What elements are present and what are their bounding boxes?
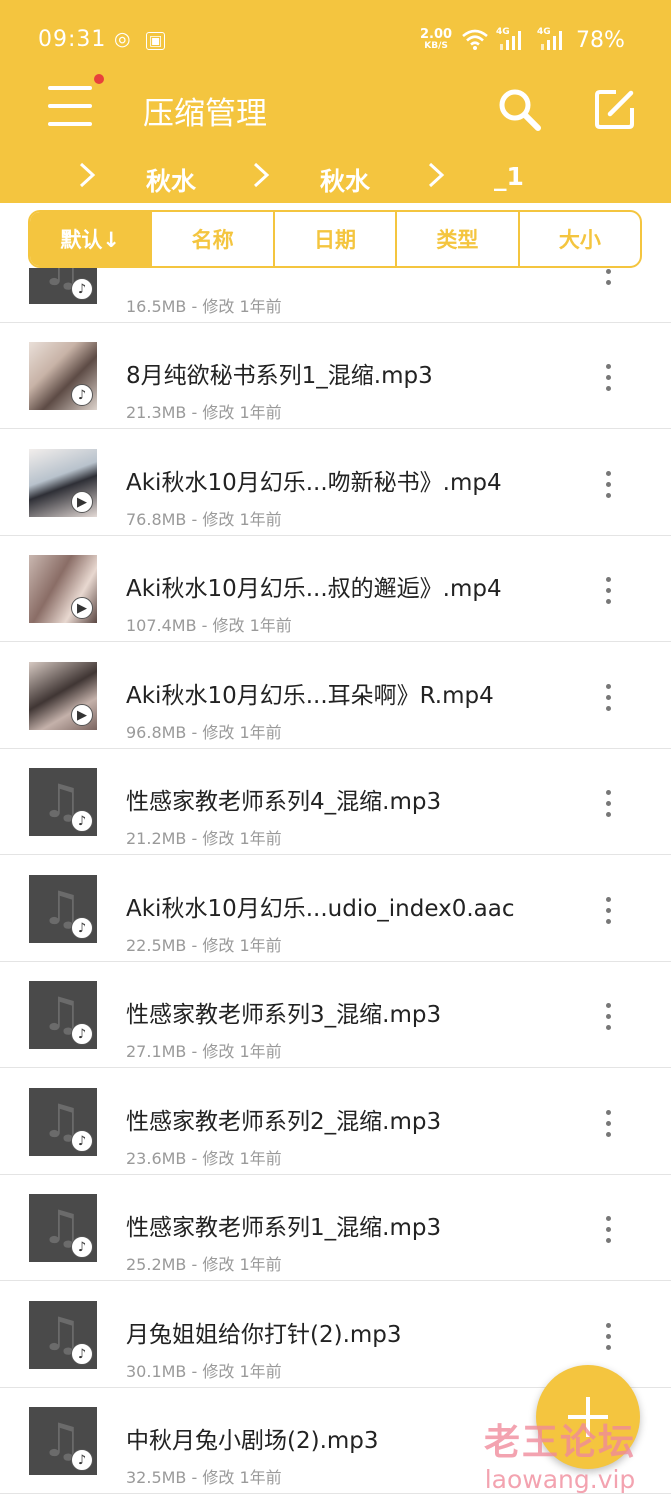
- sort-tab-date[interactable]: 日期: [272, 212, 395, 266]
- more-options-icon[interactable]: [600, 471, 616, 501]
- chevron-right-icon: [253, 162, 270, 188]
- music-badge-icon: ♪: [71, 1343, 93, 1365]
- edit-icon[interactable]: [594, 88, 636, 130]
- file-name: 中秋月兔小剧场(2).mp3: [126, 1428, 379, 1454]
- app-header: 09:31 ◎ ▣ 2.00 KB/S 4G 4G 78% 压缩管理 秋水 秋水…: [0, 0, 671, 203]
- more-options-icon[interactable]: [600, 364, 616, 394]
- file-name: 性感家教老师系列4_混缩.mp3: [126, 789, 442, 815]
- chevron-right-icon: [79, 162, 96, 188]
- wifi-icon: [462, 29, 488, 50]
- music-badge-icon: ♪: [71, 810, 93, 832]
- audio-file-icon: ♫ ♪: [29, 1301, 97, 1369]
- network-speed: 2.00 KB/S: [420, 27, 453, 51]
- list-item[interactable]: ♫ ♪ 性感家教老师系列4_混缩.mp3 21.2MB - 修改 1年前: [0, 748, 671, 855]
- watermark: 老王论坛 laowang.vip: [484, 1422, 637, 1494]
- page-title: 压缩管理: [143, 96, 267, 132]
- file-meta: 23.6MB - 修改 1年前: [126, 1149, 282, 1168]
- music-badge-icon: ♪: [71, 1449, 93, 1471]
- more-options-icon[interactable]: [600, 790, 616, 820]
- video-thumbnail: ▶: [29, 449, 97, 517]
- file-meta: 96.8MB - 修改 1年前: [126, 723, 282, 742]
- audio-thumbnail: ♪: [29, 342, 97, 410]
- audio-file-icon: ♫ ♪: [29, 1194, 97, 1262]
- breadcrumb-item[interactable]: 秋水: [320, 162, 370, 198]
- sync-icon: ◎: [114, 28, 131, 50]
- app-notification-icon: ▣: [146, 32, 166, 50]
- music-badge-icon: ♪: [71, 1236, 93, 1258]
- play-badge-icon: ▶: [71, 597, 93, 619]
- music-badge-icon: ♪: [71, 384, 93, 406]
- breadcrumb-item[interactable]: 秋水: [146, 162, 196, 198]
- sort-tabs: 默认↓ 名称 日期 类型 大小: [28, 210, 642, 268]
- list-item[interactable]: ♫ ♪ 性感家教老师系列1_混缩.mp3 25.2MB - 修改 1年前: [0, 1174, 671, 1281]
- more-options-icon[interactable]: [600, 1323, 616, 1353]
- list-item[interactable]: ▶ Aki秋水10月幻乐...耳朵啊》R.mp4 96.8MB - 修改 1年前: [0, 642, 671, 749]
- breadcrumb-item-current[interactable]: _1: [494, 162, 524, 191]
- audio-file-icon: ♫ ♪: [29, 1407, 97, 1475]
- list-item[interactable]: ▶ Aki秋水10月幻乐...吻新秘书》.mp4 76.8MB - 修改 1年前: [0, 429, 671, 536]
- file-meta: 107.4MB - 修改 1年前: [126, 616, 292, 635]
- sort-tab-size[interactable]: 大小: [517, 212, 640, 266]
- signal-2-icon: [541, 30, 567, 50]
- file-name: Aki秋水10月幻乐...吻新秘书》.mp4: [126, 470, 502, 496]
- play-badge-icon: ▶: [71, 491, 93, 513]
- file-list: ♫ ♪ 16.5MB - 修改 1年前 ♪ 8月纯欲秘书系列1_混缩.mp3 21.3MB…: [0, 268, 671, 1500]
- sort-tab-name[interactable]: 名称: [150, 212, 272, 266]
- file-name: 性感家教老师系列3_混缩.mp3: [126, 1002, 442, 1028]
- audio-file-icon: ♫ ♪: [29, 875, 97, 943]
- file-meta: 30.1MB - 修改 1年前: [126, 1362, 282, 1381]
- file-name: 性感家教老师系列2_混缩.mp3: [126, 1109, 442, 1135]
- music-badge-icon: ♪: [71, 1130, 93, 1152]
- file-meta: 25.2MB - 修改 1年前: [126, 1255, 282, 1274]
- breadcrumb: 秋水 秋水 _1: [0, 158, 671, 198]
- battery-level: 78%: [576, 28, 625, 53]
- audio-file-icon: ♫ ♪: [29, 981, 97, 1049]
- audio-file-icon: ♫ ♪: [29, 768, 97, 836]
- list-item[interactable]: ▶ Aki秋水10月幻乐...叔的邂逅》.mp4 107.4MB - 修改 1年前: [0, 535, 671, 642]
- more-options-icon[interactable]: [600, 577, 616, 607]
- file-meta: 16.5MB - 修改 1年前: [126, 297, 282, 316]
- file-meta: 21.3MB - 修改 1年前: [126, 403, 282, 422]
- file-name: Aki秋水10月幻乐...耳朵啊》R.mp4: [126, 683, 494, 709]
- file-meta: 76.8MB - 修改 1年前: [126, 510, 282, 529]
- more-options-icon[interactable]: [600, 268, 616, 288]
- video-thumbnail: ▶: [29, 555, 97, 623]
- more-options-icon[interactable]: [600, 1216, 616, 1246]
- music-badge-icon: ♪: [71, 1023, 93, 1045]
- list-item[interactable]: ♫ ♪ Aki秋水10月幻乐...udio_index0.aac 22.5MB - 修…: [0, 855, 671, 962]
- status-time: 09:31: [38, 27, 107, 52]
- music-badge-icon: ♪: [71, 278, 93, 300]
- sort-tab-default[interactable]: 默认↓: [30, 212, 151, 266]
- list-item[interactable]: ♫ ♪ 性感家教老师系列3_混缩.mp3 27.1MB - 修改 1年前: [0, 961, 671, 1068]
- file-name: 月兔姐姐给你打针(2).mp3: [126, 1322, 402, 1348]
- menu-icon[interactable]: [48, 84, 96, 128]
- list-item[interactable]: ♫ ♪ 性感家教老师系列2_混缩.mp3 23.6MB - 修改 1年前: [0, 1068, 671, 1175]
- file-name: 性感家教老师系列1_混缩.mp3: [126, 1215, 442, 1241]
- file-meta: 32.5MB - 修改 1年前: [126, 1468, 282, 1487]
- file-meta: 22.5MB - 修改 1年前: [126, 936, 282, 955]
- more-options-icon[interactable]: [600, 684, 616, 714]
- video-thumbnail: ▶: [29, 662, 97, 730]
- play-badge-icon: ▶: [71, 704, 93, 726]
- file-meta: 27.1MB - 修改 1年前: [126, 1042, 282, 1061]
- more-options-icon[interactable]: [600, 1110, 616, 1140]
- signal-1-icon: [500, 30, 526, 50]
- audio-file-icon: ♫ ♪: [29, 1088, 97, 1156]
- more-options-icon[interactable]: [600, 897, 616, 927]
- file-meta: 21.2MB - 修改 1年前: [126, 829, 282, 848]
- audio-file-icon: ♫ ♪: [29, 268, 97, 304]
- chevron-right-icon: [428, 162, 445, 188]
- file-name: Aki秋水10月幻乐...叔的邂逅》.mp4: [126, 576, 502, 602]
- list-item[interactable]: ♫ ♪ 16.5MB - 修改 1年前: [0, 268, 671, 323]
- music-badge-icon: ♪: [71, 917, 93, 939]
- list-item[interactable]: ♪ 8月纯欲秘书系列1_混缩.mp3 21.3MB - 修改 1年前: [0, 322, 671, 429]
- sort-tab-type[interactable]: 类型: [395, 212, 517, 266]
- file-name: Aki秋水10月幻乐...udio_index0.aac: [126, 896, 515, 922]
- status-bar: 09:31 ◎ ▣ 2.00 KB/S 4G 4G 78%: [0, 0, 671, 82]
- search-icon[interactable]: [496, 86, 542, 132]
- notification-dot: [94, 74, 104, 84]
- file-name: 8月纯欲秘书系列1_混缩.mp3: [126, 363, 433, 389]
- more-options-icon[interactable]: [600, 1003, 616, 1033]
